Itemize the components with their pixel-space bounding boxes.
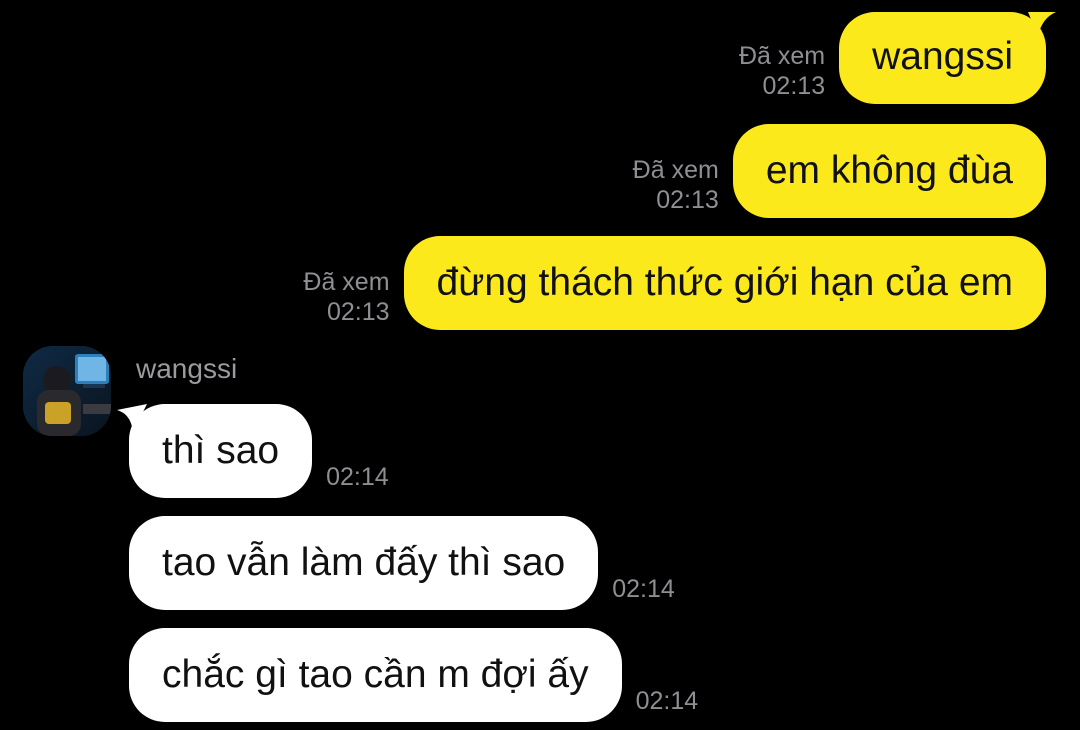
avatar-photo-icon [23,346,111,436]
message-time: 02:13 [326,298,390,326]
message-time: 02:13 [762,72,826,100]
sent-message-bubble[interactable]: em không đùa [732,124,1046,218]
message-text: em không đùa [765,149,1013,192]
received-message-bubble[interactable]: tao vẫn làm đấy thì sao [129,516,599,610]
received-message-bubble[interactable]: thì sao [117,404,313,498]
received-message-row: chắc gì tao cần m đợi ấy 02:14 [129,628,698,722]
message-meta: Đã xem 02:13 [739,41,825,104]
bubble-tail-icon [117,404,147,432]
message-text: chắc gì tao cần m đợi ấy [162,653,589,696]
sent-message-row: Đã xem 02:13 em không đùa [633,124,1046,218]
message-time: 02:14 [326,463,389,491]
message-time: 02:13 [656,186,719,214]
sent-message-row: Đã xem 02:13 wangssi [739,12,1056,104]
message-meta: Đã xem 02:13 [633,155,719,218]
read-status: Đã xem [303,268,390,296]
bubble-tail-icon [1028,12,1056,36]
sent-message-bubble[interactable]: đừng thách thức giới hạn của em [403,236,1046,330]
message-text: đừng thách thức giới hạn của em [436,261,1013,304]
sender-name: wangssi [136,353,238,384]
received-message-row: thì sao 02:14 [117,404,389,498]
read-status: Đã xem [632,156,719,184]
message-text: thì sao [162,429,280,472]
received-message-bubble[interactable]: chắc gì tao cần m đợi ấy [129,628,622,722]
read-status: Đã xem [738,42,826,70]
message-text: tao vẫn làm đấy thì sao [162,541,566,584]
message-time: 02:14 [635,687,699,715]
received-message-row: tao vẫn làm đấy thì sao 02:14 [129,516,675,610]
message-text: wangssi [872,35,1013,78]
sender-avatar[interactable] [23,346,111,436]
message-meta: Đã xem 02:13 [303,267,389,330]
chat-thread: Đã xem 02:13 wangssi Đã xem 02:13 em khô… [0,0,1080,730]
sent-message-bubble[interactable]: wangssi [839,12,1056,104]
message-time: 02:14 [612,575,675,603]
sent-message-row: Đã xem 02:13 đừng thách thức giới hạn củ… [303,236,1046,330]
